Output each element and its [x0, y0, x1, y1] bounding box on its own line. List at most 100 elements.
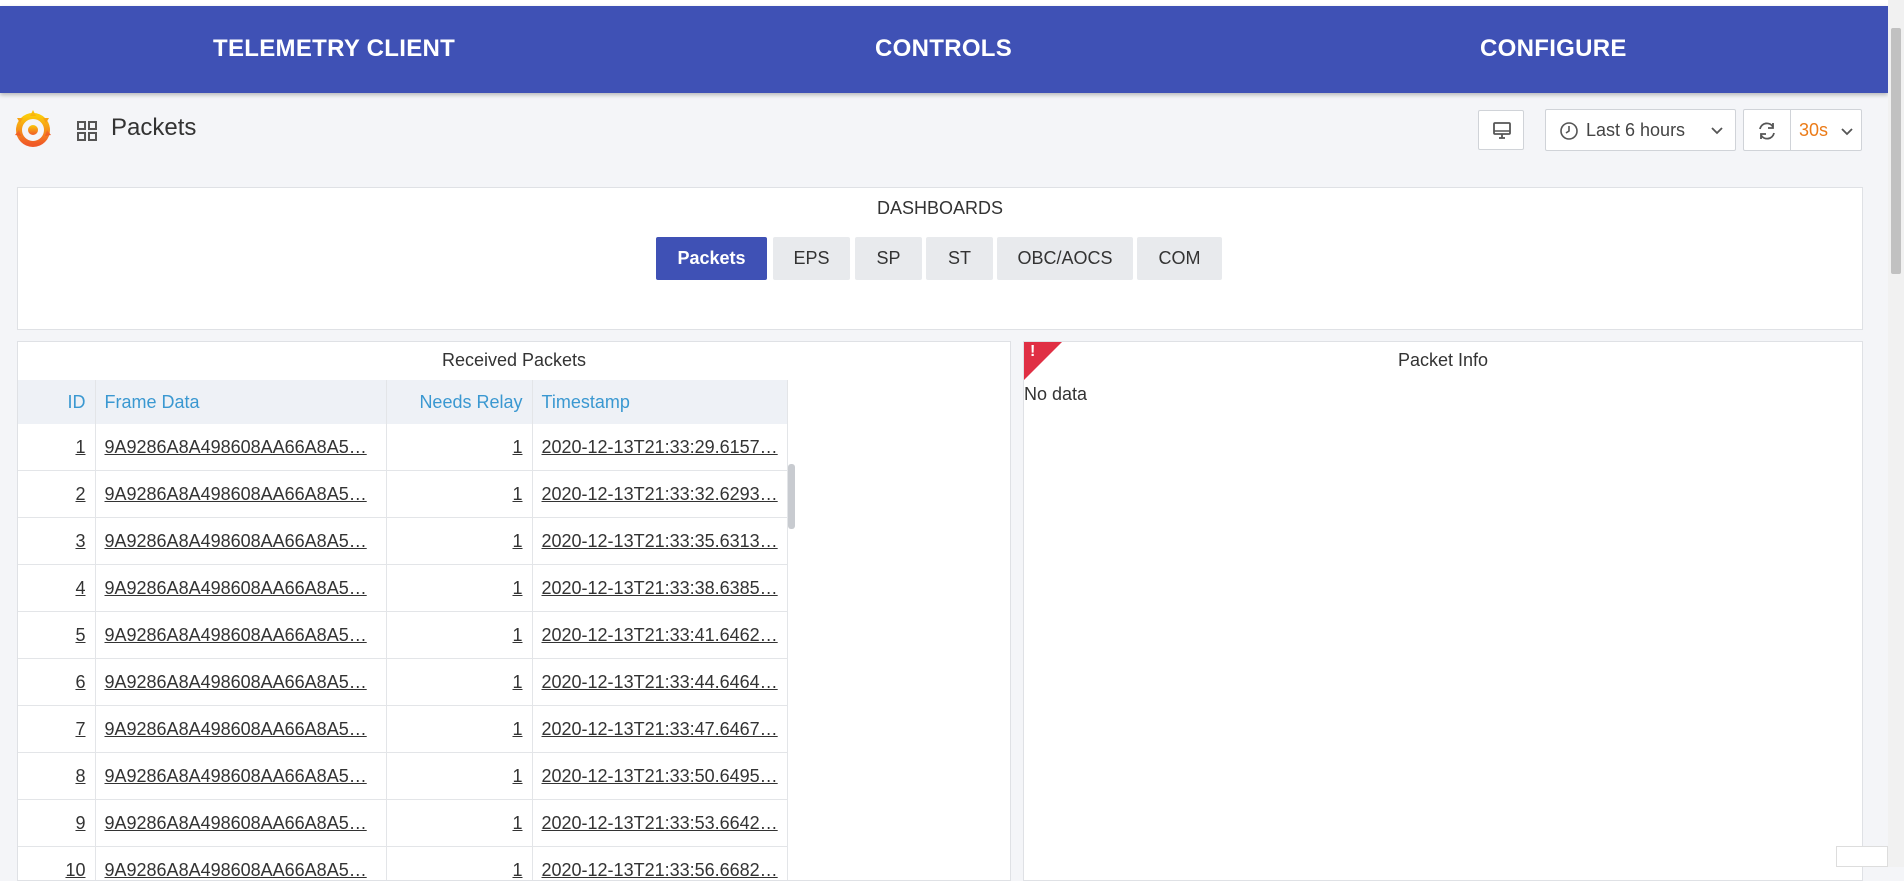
dashboard-button-packets[interactable]: Packets — [656, 237, 767, 280]
cell-timestamp-link[interactable]: 2020-12-13T21:33:38.6385… — [542, 578, 778, 598]
tv-mode-button[interactable] — [1478, 110, 1524, 150]
cell-id: 3 — [18, 518, 95, 565]
cell-id: 1 — [18, 424, 95, 471]
cell-needs-relay-link[interactable]: 1 — [512, 719, 522, 739]
table-row[interactable]: 5 9A9286A8A498608AA66A8A5… 1 2020-12-13T21:… — [18, 612, 787, 659]
cell-timestamp-link[interactable]: 2020-12-13T21:33:53.6642… — [542, 813, 778, 833]
cell-frame-data-link[interactable]: 9A9286A8A498608AA66A8A5… — [105, 813, 367, 833]
cell-needs-relay-link[interactable]: 1 — [512, 625, 522, 645]
cell-needs-relay: 1 — [386, 706, 532, 753]
cell-id-link[interactable]: 4 — [75, 578, 85, 598]
cell-frame-data: 9A9286A8A498608AA66A8A5… — [95, 471, 386, 518]
nav-telemetry-client[interactable]: TELEMETRY CLIENT — [213, 6, 455, 93]
cell-frame-data-link[interactable]: 9A9286A8A498608AA66A8A5… — [105, 719, 367, 739]
cell-id-link[interactable]: 6 — [75, 672, 85, 692]
cell-frame-data-link[interactable]: 9A9286A8A498608AA66A8A5… — [105, 625, 367, 645]
cell-id-link[interactable]: 9 — [75, 813, 85, 833]
column-header-timestamp[interactable]: Timestamp — [532, 380, 787, 424]
cell-id: 2 — [18, 471, 95, 518]
refresh-interval-label[interactable]: 30s — [1799, 120, 1828, 141]
column-header-frame-data[interactable]: Frame Data — [95, 380, 386, 424]
dashboard-button-obc-aocs[interactable]: OBC/AOCS — [997, 237, 1133, 280]
table-row[interactable]: 7 9A9286A8A498608AA66A8A5… 1 2020-12-13T21:… — [18, 706, 787, 753]
cell-timestamp: 2020-12-13T21:33:41.6462… — [532, 612, 787, 659]
cell-timestamp-link[interactable]: 2020-12-13T21:33:35.6313… — [542, 531, 778, 551]
cell-timestamp-link[interactable]: 2020-12-13T21:33:32.6293… — [542, 484, 778, 504]
cell-id-link[interactable]: 8 — [75, 766, 85, 786]
table-row[interactable]: 6 9A9286A8A498608AA66A8A5… 1 2020-12-13T21:… — [18, 659, 787, 706]
cell-needs-relay: 1 — [386, 847, 532, 881]
cell-id: 5 — [18, 612, 95, 659]
dashboards-title: DASHBOARDS — [18, 198, 1862, 219]
cell-timestamp: 2020-12-13T21:33:47.6467… — [532, 706, 787, 753]
cell-id-link[interactable]: 10 — [65, 860, 85, 880]
cell-id-link[interactable]: 5 — [75, 625, 85, 645]
dashboard-grid-icon[interactable] — [76, 120, 98, 142]
cell-frame-data-link[interactable]: 9A9286A8A498608AA66A8A5… — [105, 578, 367, 598]
packet-info-panel: ! Packet Info No data — [1023, 341, 1863, 881]
dashboard-button-com[interactable]: COM — [1137, 237, 1222, 280]
packets-table: ID Frame Data Needs Relay Timestamp 1 9A9… — [18, 380, 788, 881]
time-range-label: Last 6 hours — [1586, 120, 1685, 141]
nav-configure[interactable]: CONFIGURE — [1480, 6, 1627, 93]
cell-needs-relay-link[interactable]: 1 — [512, 672, 522, 692]
received-packets-title[interactable]: Received Packets — [18, 350, 1010, 371]
cell-timestamp-link[interactable]: 2020-12-13T21:33:41.6462… — [542, 625, 778, 645]
cell-needs-relay-link[interactable]: 1 — [512, 766, 522, 786]
cell-needs-relay-link[interactable]: 1 — [512, 531, 522, 551]
cell-timestamp-link[interactable]: 2020-12-13T21:33:50.6495… — [542, 766, 778, 786]
cell-needs-relay: 1 — [386, 612, 532, 659]
page-scrollbar[interactable] — [1888, 0, 1904, 867]
table-row[interactable]: 10 9A9286A8A498608AA66A8A5… 1 2020-12-13T21… — [18, 847, 787, 881]
cell-needs-relay-link[interactable]: 1 — [512, 813, 522, 833]
grafana-logo-icon[interactable] — [12, 108, 54, 150]
cell-timestamp: 2020-12-13T21:33:56.6682… — [532, 847, 787, 881]
dashboard-button-eps[interactable]: EPS — [773, 237, 850, 280]
time-range-picker[interactable]: Last 6 hours — [1545, 109, 1736, 151]
cell-needs-relay-link[interactable]: 1 — [512, 860, 522, 880]
cell-needs-relay: 1 — [386, 800, 532, 847]
table-header-row: ID Frame Data Needs Relay Timestamp — [18, 380, 787, 424]
table-row[interactable]: 4 9A9286A8A498608AA66A8A5… 1 2020-12-13T21:… — [18, 565, 787, 612]
cell-timestamp-link[interactable]: 2020-12-13T21:33:56.6682… — [542, 860, 778, 880]
cell-id: 10 — [18, 847, 95, 881]
table-row[interactable]: 8 9A9286A8A498608AA66A8A5… 1 2020-12-13T21:… — [18, 753, 787, 800]
cell-needs-relay-link[interactable]: 1 — [512, 484, 522, 504]
cell-timestamp-link[interactable]: 2020-12-13T21:33:44.6464… — [542, 672, 778, 692]
cell-needs-relay: 1 — [386, 518, 532, 565]
cell-frame-data-link[interactable]: 9A9286A8A498608AA66A8A5… — [105, 531, 367, 551]
dashboard-button-st[interactable]: ST — [926, 237, 993, 280]
cell-id-link[interactable]: 7 — [75, 719, 85, 739]
cell-id-link[interactable]: 1 — [75, 437, 85, 457]
page-title[interactable]: Packets — [111, 114, 196, 142]
cell-needs-relay-link[interactable]: 1 — [512, 437, 522, 457]
cell-frame-data-link[interactable]: 9A9286A8A498608AA66A8A5… — [105, 484, 367, 504]
cell-frame-data-link[interactable]: 9A9286A8A498608AA66A8A5… — [105, 860, 367, 880]
cell-timestamp: 2020-12-13T21:33:53.6642… — [532, 800, 787, 847]
cell-frame-data-link[interactable]: 9A9286A8A498608AA66A8A5… — [105, 672, 367, 692]
table-row[interactable]: 1 9A9286A8A498608AA66A8A5… 1 2020-12-13T21:… — [18, 424, 787, 471]
cell-needs-relay-link[interactable]: 1 — [512, 578, 522, 598]
cell-id: 4 — [18, 565, 95, 612]
dashboard-button-sp[interactable]: SP — [855, 237, 922, 280]
refresh-picker[interactable]: 30s — [1743, 109, 1862, 151]
cell-frame-data: 9A9286A8A498608AA66A8A5… — [95, 753, 386, 800]
cell-timestamp: 2020-12-13T21:33:35.6313… — [532, 518, 787, 565]
cell-id-link[interactable]: 3 — [75, 531, 85, 551]
table-row[interactable]: 9 9A9286A8A498608AA66A8A5… 1 2020-12-13T21:… — [18, 800, 787, 847]
cell-timestamp-link[interactable]: 2020-12-13T21:33:29.6157… — [542, 437, 778, 457]
cell-id-link[interactable]: 2 — [75, 484, 85, 504]
page-scrollbar-thumb[interactable] — [1891, 28, 1901, 274]
cell-timestamp: 2020-12-13T21:33:38.6385… — [532, 565, 787, 612]
cell-frame-data-link[interactable]: 9A9286A8A498608AA66A8A5… — [105, 766, 367, 786]
nav-controls[interactable]: CONTROLS — [875, 6, 1012, 93]
table-row[interactable]: 2 9A9286A8A498608AA66A8A5… 1 2020-12-13T21:… — [18, 471, 787, 518]
cell-timestamp-link[interactable]: 2020-12-13T21:33:47.6467… — [542, 719, 778, 739]
packet-info-title[interactable]: Packet Info — [1024, 350, 1862, 371]
column-header-id[interactable]: ID — [18, 380, 95, 424]
column-header-needs-relay[interactable]: Needs Relay — [386, 380, 532, 424]
cell-frame-data-link[interactable]: 9A9286A8A498608AA66A8A5… — [105, 437, 367, 457]
refresh-icon[interactable] — [1756, 120, 1778, 142]
table-row[interactable]: 3 9A9286A8A498608AA66A8A5… 1 2020-12-13T21:… — [18, 518, 787, 565]
table-scrollbar-thumb[interactable] — [788, 464, 795, 529]
